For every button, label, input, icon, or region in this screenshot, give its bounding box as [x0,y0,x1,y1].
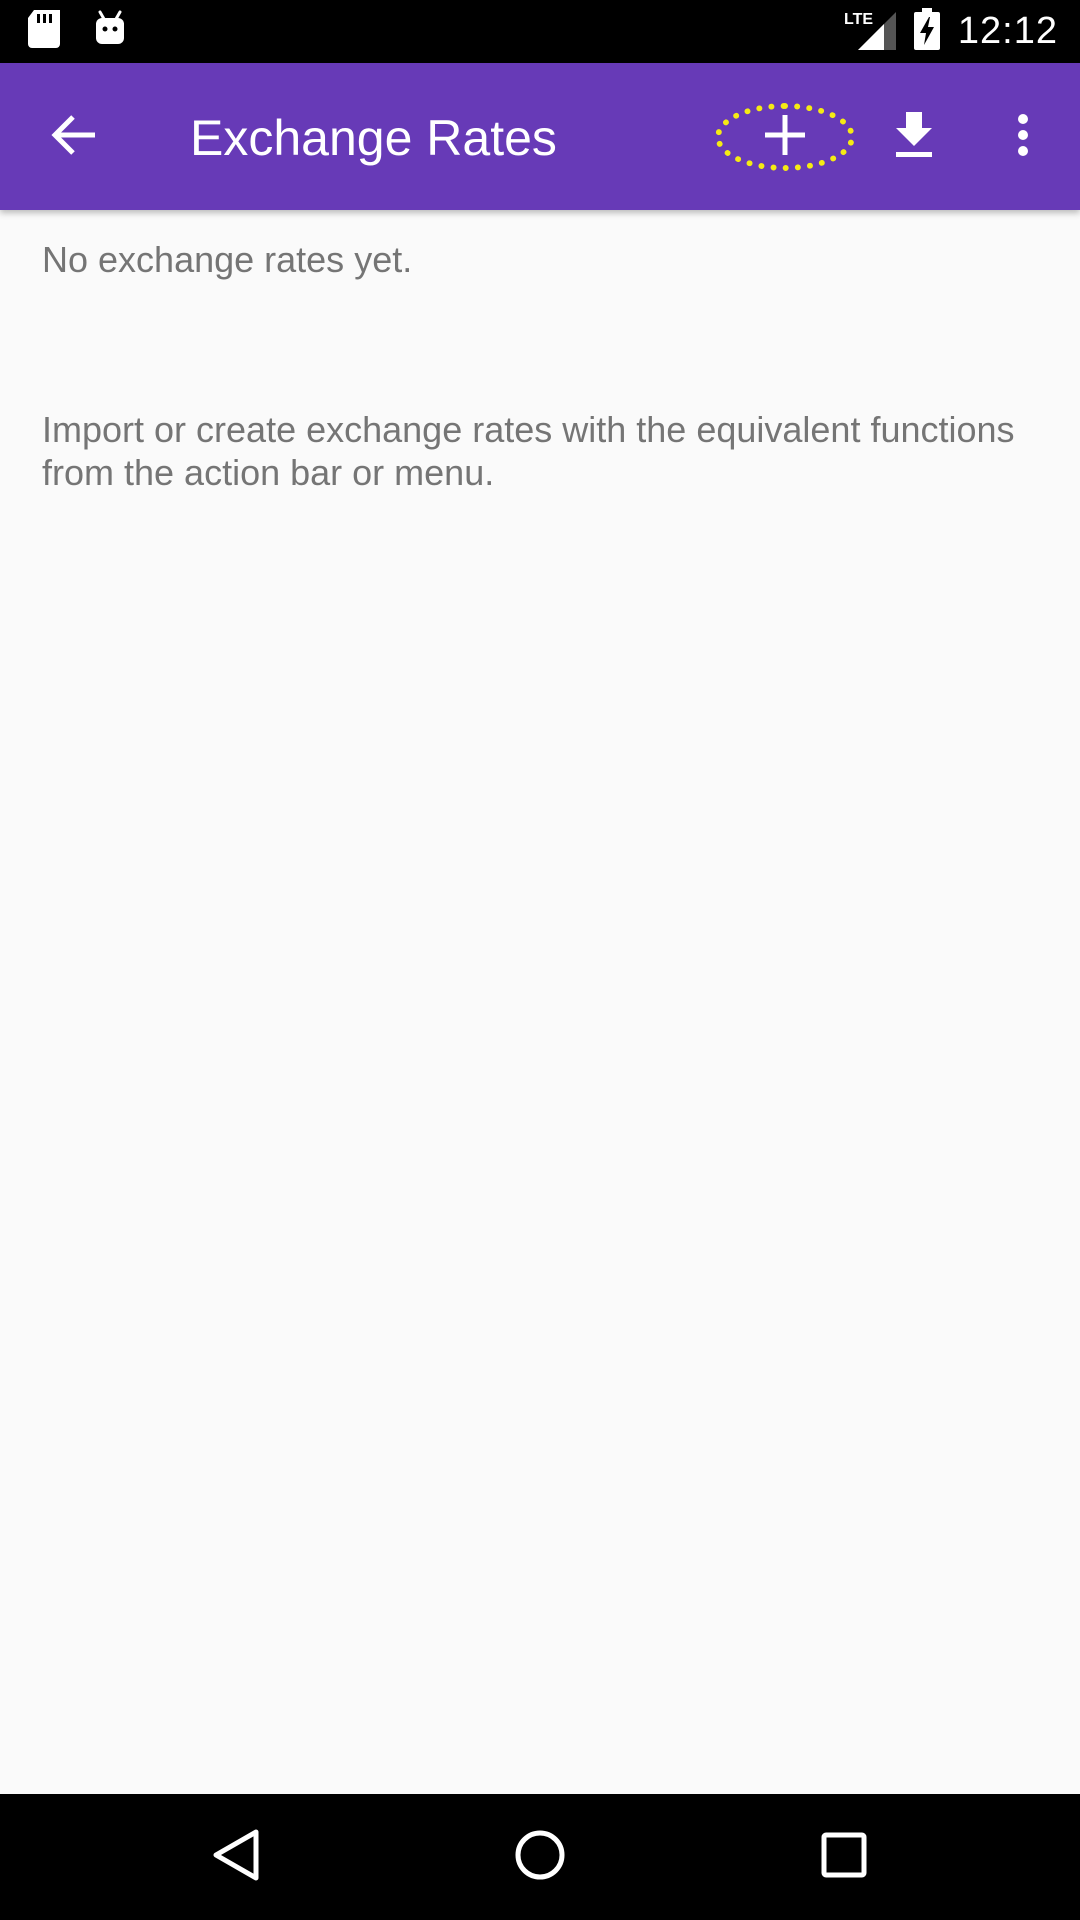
empty-title: No exchange rates yet. [42,239,413,280]
status-bar: LTE 12:12 [0,0,1080,63]
nav-recents-button[interactable] [804,1817,884,1897]
add-icon [763,113,807,162]
more-vert-icon [1017,113,1029,162]
download-icon [894,111,934,163]
back-button[interactable] [38,101,110,173]
recents-square-icon [821,1832,867,1883]
add-exchange-rate-button[interactable] [715,103,855,171]
home-circle-icon [514,1829,566,1886]
svg-text:LTE: LTE [844,11,873,28]
signal-icon: LTE [844,8,896,55]
overflow-menu-button[interactable] [987,101,1059,173]
sd-card-icon [28,10,60,53]
battery-charging-icon [913,8,940,55]
app-bar: Exchange Rates [0,63,1080,210]
empty-hint: Import or create exchange rates with the… [42,409,1015,493]
back-arrow-icon [51,112,97,163]
nav-back-button[interactable] [196,1817,276,1897]
nav-home-button[interactable] [500,1817,580,1897]
android-icon [94,10,126,53]
import-button[interactable] [878,101,950,173]
navigation-bar [0,1794,1080,1920]
page-title: Exchange Rates [190,110,557,166]
back-triangle-icon [212,1829,260,1886]
status-time: 12:12 [957,10,1058,52]
